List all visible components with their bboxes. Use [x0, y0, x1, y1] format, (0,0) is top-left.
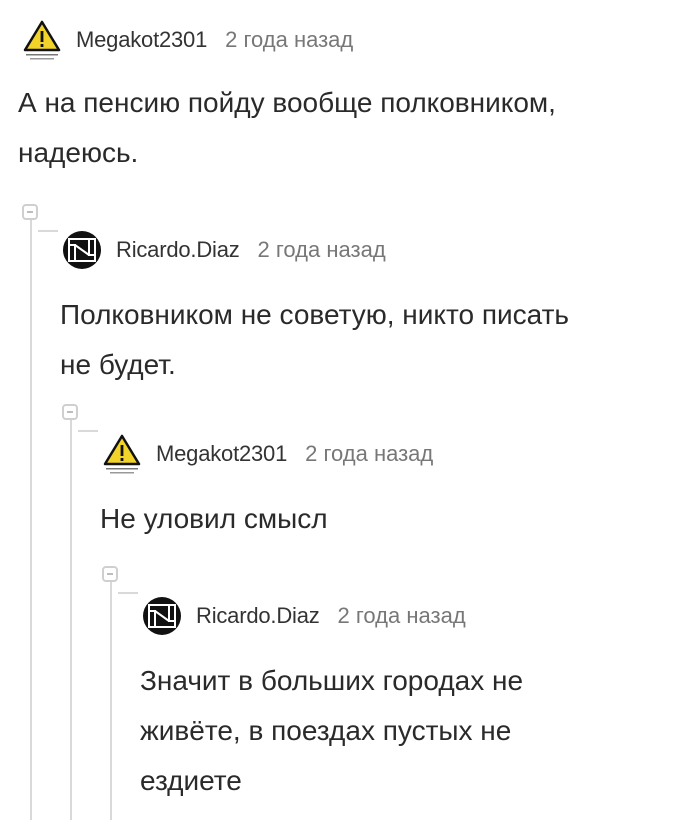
comment-line: Значит в больших городах не	[140, 665, 524, 696]
thread-connector-1	[38, 230, 58, 232]
rammstein-logo-icon[interactable]	[58, 226, 106, 274]
comment-text: А на пенсию пойду вообще полковником, на…	[18, 78, 556, 178]
thread-connector-3	[118, 592, 138, 594]
timestamp[interactable]: 2 года назад	[258, 237, 386, 263]
comment-2-header: Ricardo.Diaz 2 года назад	[58, 226, 386, 274]
comment-text: Не уловил смысл	[100, 494, 328, 544]
author-name[interactable]: Ricardo.Diaz	[116, 237, 240, 263]
comment-line: Полковником не советую, никто писать	[60, 299, 570, 330]
collapse-thread-1-button[interactable]	[22, 204, 38, 220]
thread-connector-2	[78, 430, 98, 432]
comment-3-header: Megakot2301 2 года назад	[98, 430, 433, 478]
comment-4-header: Ricardo.Diaz 2 года назад	[138, 592, 466, 640]
timestamp[interactable]: 2 года назад	[305, 441, 433, 467]
comment-line: ездиете	[140, 765, 242, 796]
comment-line: живёте, в поездах пустых не	[140, 715, 512, 746]
thread-line-2	[70, 420, 72, 820]
thread-line-1	[30, 220, 32, 820]
collapse-thread-2-button[interactable]	[62, 404, 78, 420]
comment-text: Значит в больших городах не живёте, в по…	[140, 656, 523, 806]
thread-line-3	[110, 580, 112, 820]
warning-sign-icon[interactable]	[18, 16, 66, 64]
comment-line: А на пенсию пойду вообще полковником,	[18, 87, 556, 118]
comment-text: Полковником не советую, никто писать не …	[60, 290, 569, 390]
author-name[interactable]: Megakot2301	[76, 27, 207, 53]
rammstein-logo-icon[interactable]	[138, 592, 186, 640]
author-name[interactable]: Ricardo.Diaz	[196, 603, 320, 629]
timestamp[interactable]: 2 года назад	[225, 27, 353, 53]
author-name[interactable]: Megakot2301	[156, 441, 287, 467]
timestamp[interactable]: 2 года назад	[338, 603, 466, 629]
comment-line: Не уловил смысл	[100, 503, 328, 534]
comment-line: надеюсь.	[18, 137, 139, 168]
warning-sign-icon[interactable]	[98, 430, 146, 478]
comment-line: не будет.	[60, 349, 176, 380]
collapse-thread-3-button[interactable]	[102, 566, 118, 582]
comment-1-header: Megakot2301 2 года назад	[18, 16, 353, 64]
